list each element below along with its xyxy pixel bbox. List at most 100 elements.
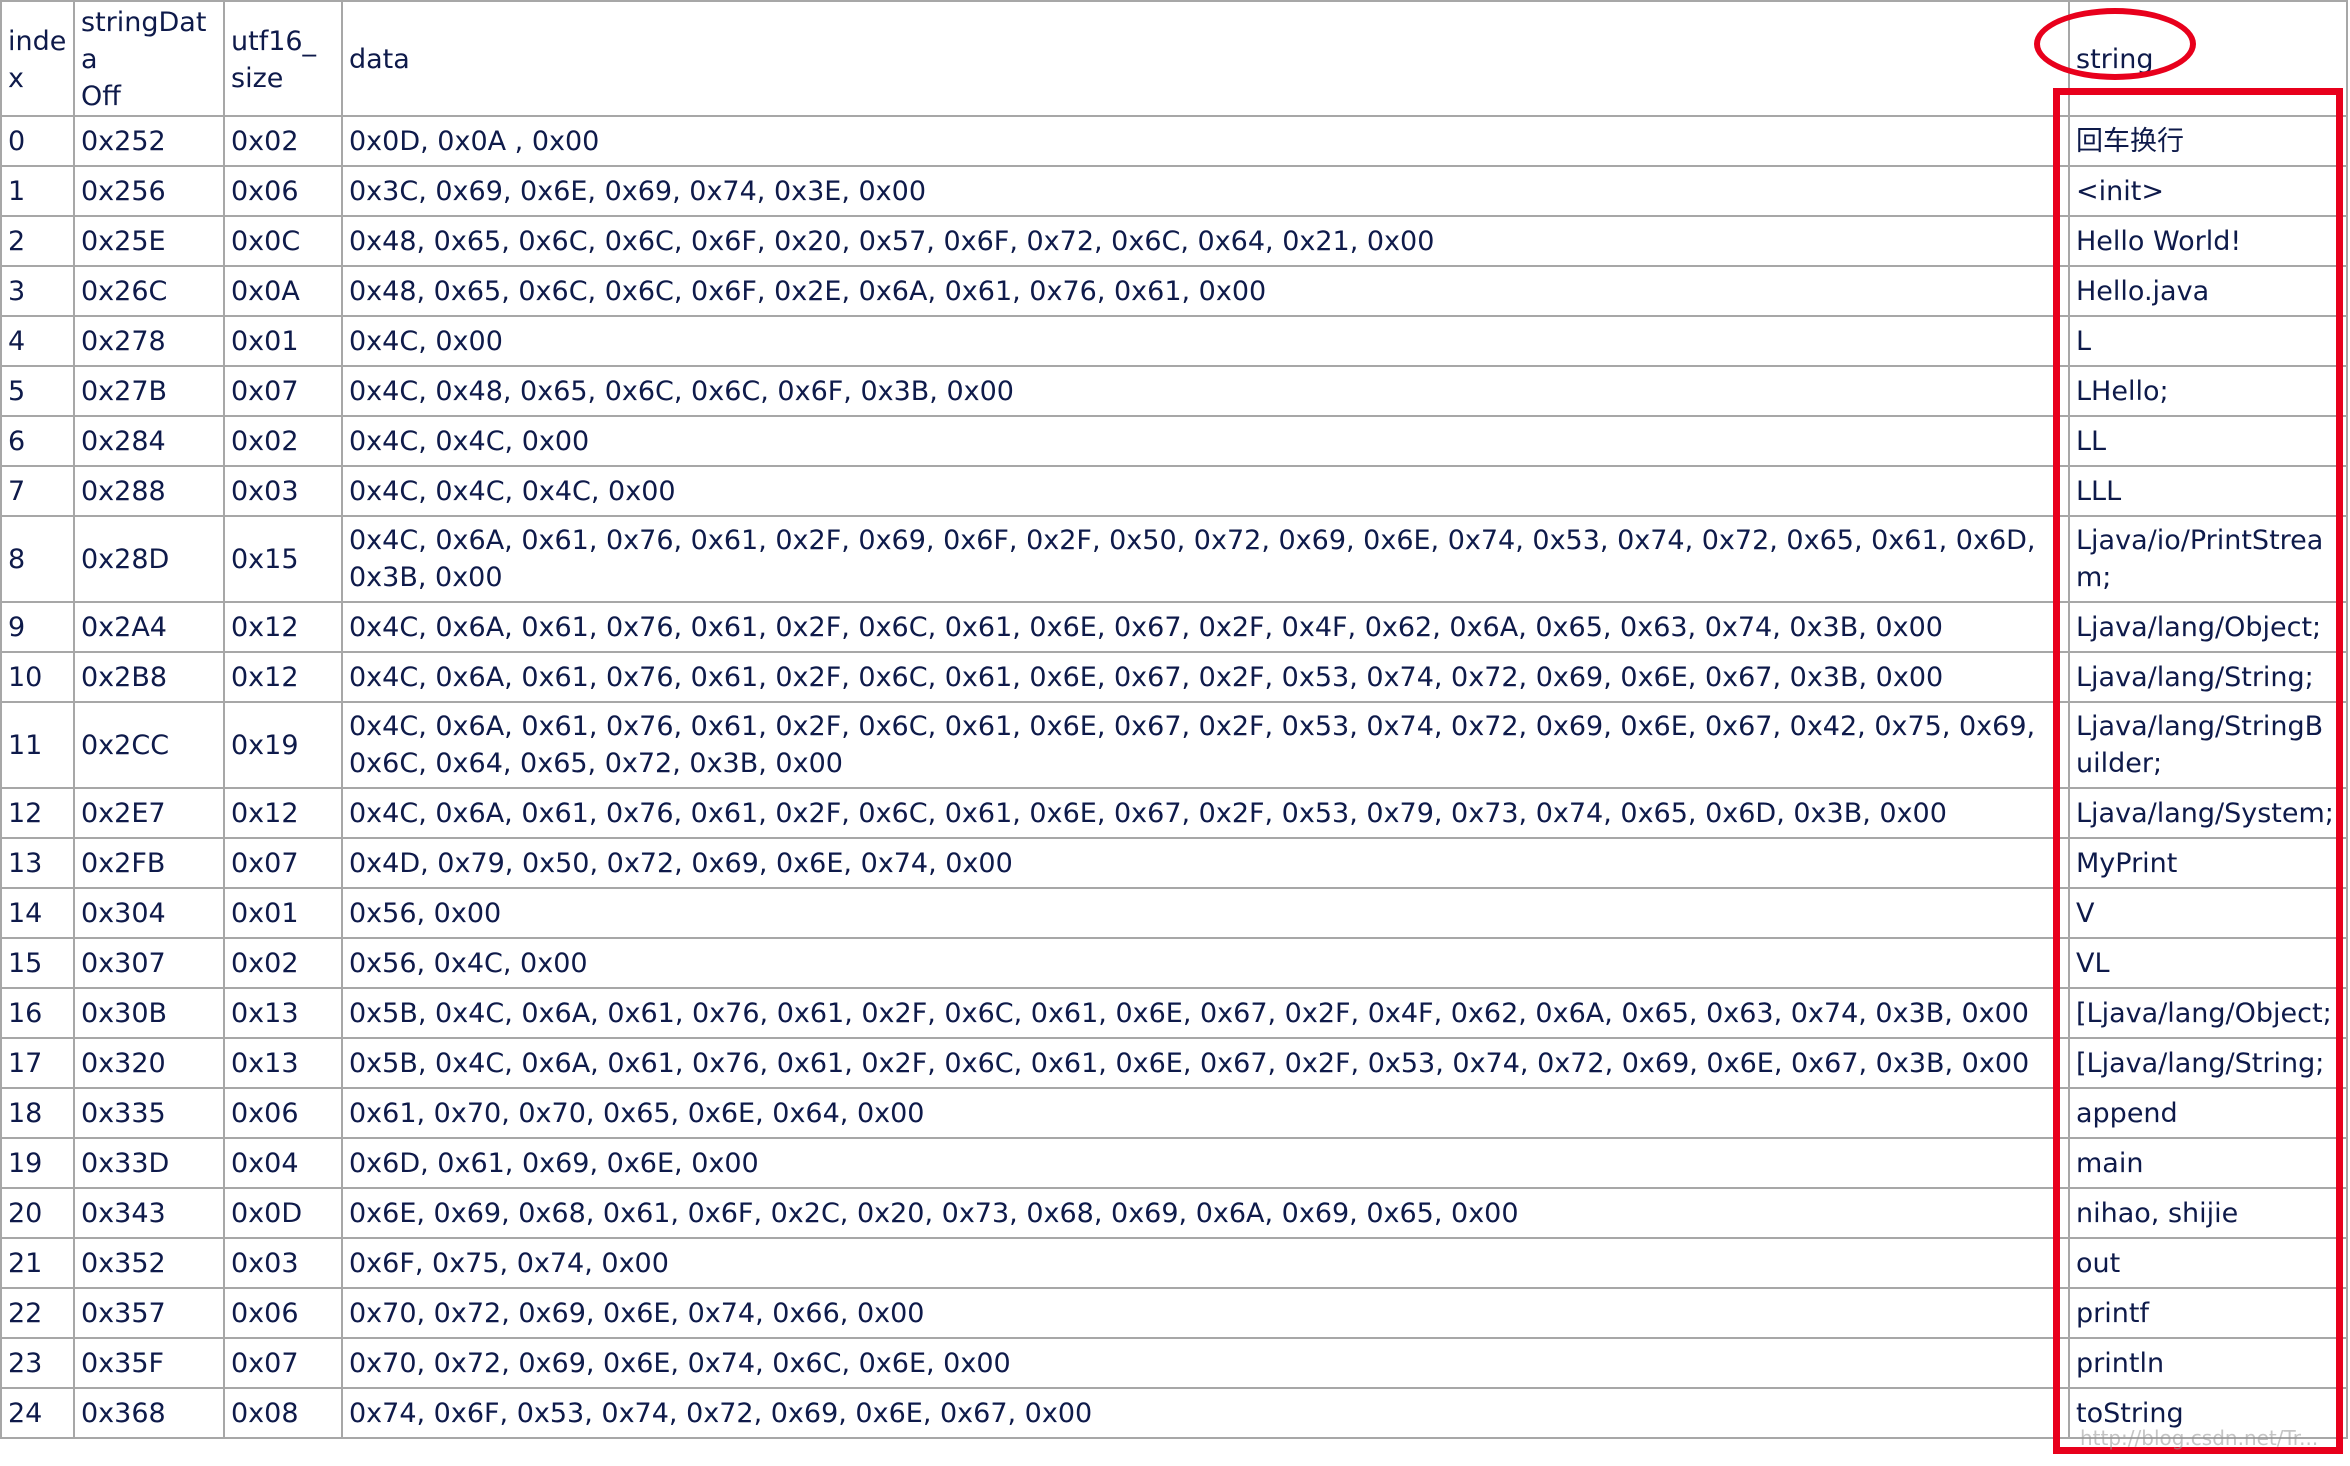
cell-index: 8 [0,515,75,603]
cell-string-data-off: 0x357 [73,1287,225,1339]
cell-index: 0 [0,115,75,167]
cell-utf16-size: 0x0C [223,215,343,267]
cell-data: 0x4C, 0x6A, 0x61, 0x76, 0x61, 0x2F, 0x6C… [341,651,2070,703]
cell-data: 0x70, 0x72, 0x69, 0x6E, 0x74, 0x6C, 0x6E… [341,1337,2070,1389]
cell-string-data-off: 0x368 [73,1387,225,1439]
cell-string-data-off: 0x284 [73,415,225,467]
cell-string: Hello World! [2068,215,2348,267]
table-row: 7 0x288 0x03 0x4C, 0x4C, 0x4C, 0x00 LLL [0,465,2348,517]
cell-string: Hello.java [2068,265,2348,317]
cell-string: println [2068,1337,2348,1389]
cell-index: 4 [0,315,75,367]
table-row: 18 0x335 0x06 0x61, 0x70, 0x70, 0x65, 0x6E,… [0,1087,2348,1139]
cell-string: append [2068,1087,2348,1139]
table-row: 22 0x357 0x06 0x70, 0x72, 0x69, 0x6E, 0x74,… [0,1287,2348,1339]
cell-utf16-size: 0x0D [223,1187,343,1239]
cell-string: 回车换行 [2068,115,2348,167]
cell-index: 18 [0,1087,75,1139]
cell-data: 0x56, 0x00 [341,887,2070,939]
table-row: 12 0x2E7 0x12 0x4C, 0x6A, 0x61, 0x76, 0x61,… [0,787,2348,839]
table-row: 15 0x307 0x02 0x56, 0x4C, 0x00 VL [0,937,2348,989]
cell-utf16-size: 0x13 [223,987,343,1039]
cell-index: 19 [0,1137,75,1189]
cell-data: 0x4D, 0x79, 0x50, 0x72, 0x69, 0x6E, 0x74… [341,837,2070,889]
header-string-data-off: stringData Off [73,0,225,117]
table-row: 23 0x35F 0x07 0x70, 0x72, 0x69, 0x6E, 0x74,… [0,1337,2348,1389]
cell-string: MyPrint [2068,837,2348,889]
cell-utf16-size: 0x02 [223,937,343,989]
cell-utf16-size: 0x07 [223,1337,343,1389]
cell-index: 23 [0,1337,75,1389]
cell-utf16-size: 0x06 [223,1087,343,1139]
cell-utf16-size: 0x13 [223,1037,343,1089]
cell-string: Ljava/io/PrintStream; [2068,515,2348,603]
cell-string-data-off: 0x2FB [73,837,225,889]
cell-index: 17 [0,1037,75,1089]
cell-utf16-size: 0x12 [223,651,343,703]
cell-index: 2 [0,215,75,267]
cell-data: 0x0D, 0x0A , 0x00 [341,115,2070,167]
cell-string: LHello; [2068,365,2348,417]
cell-data: 0x4C, 0x48, 0x65, 0x6C, 0x6C, 0x6F, 0x3B… [341,365,2070,417]
cell-string-data-off: 0x252 [73,115,225,167]
table-row: 13 0x2FB 0x07 0x4D, 0x79, 0x50, 0x72, 0x69,… [0,837,2348,889]
table-row: 8 0x28D 0x15 0x4C, 0x6A, 0x61, 0x76, 0x61, … [0,515,2348,603]
cell-data: 0x5B, 0x4C, 0x6A, 0x61, 0x76, 0x61, 0x2F… [341,1037,2070,1089]
cell-string-data-off: 0x335 [73,1087,225,1139]
cell-index: 21 [0,1237,75,1289]
table-row: 0 0x252 0x02 0x0D, 0x0A , 0x00 回车换行 [0,115,2348,167]
cell-string-data-off: 0x256 [73,165,225,217]
cell-string: V [2068,887,2348,939]
cell-string-data-off: 0x28D [73,515,225,603]
cell-string: printf [2068,1287,2348,1339]
cell-utf16-size: 0x04 [223,1137,343,1189]
cell-string-data-off: 0x352 [73,1237,225,1289]
cell-index: 1 [0,165,75,217]
cell-utf16-size: 0x03 [223,1237,343,1289]
table-row: 1 0x256 0x06 0x3C, 0x69, 0x6E, 0x69, 0x74, … [0,165,2348,217]
cell-data: 0x6D, 0x61, 0x69, 0x6E, 0x00 [341,1137,2070,1189]
cell-string-data-off: 0x27B [73,365,225,417]
cell-utf16-size: 0x06 [223,165,343,217]
table-row: 6 0x284 0x02 0x4C, 0x4C, 0x00 LL [0,415,2348,467]
cell-index: 9 [0,601,75,653]
table-header-row: index stringData Off utf16_ size data st… [0,0,2348,117]
cell-string-data-off: 0x2CC [73,701,225,789]
cell-data: 0x74, 0x6F, 0x53, 0x74, 0x72, 0x69, 0x6E… [341,1387,2070,1439]
cell-utf16-size: 0x12 [223,601,343,653]
header-data: data [341,0,2070,117]
cell-string-data-off: 0x343 [73,1187,225,1239]
cell-string-data-off: 0x25E [73,215,225,267]
cell-string-data-off: 0x35F [73,1337,225,1389]
cell-data: 0x4C, 0x00 [341,315,2070,367]
cell-utf16-size: 0x01 [223,887,343,939]
cell-index: 7 [0,465,75,517]
cell-utf16-size: 0x0A [223,265,343,317]
table-row: 16 0x30B 0x13 0x5B, 0x4C, 0x6A, 0x61, 0x76,… [0,987,2348,1039]
cell-data: 0x4C, 0x6A, 0x61, 0x76, 0x61, 0x2F, 0x6C… [341,787,2070,839]
cell-string: Ljava/lang/String; [2068,651,2348,703]
cell-string: <init> [2068,165,2348,217]
table-row: 11 0x2CC 0x19 0x4C, 0x6A, 0x61, 0x76, 0x61,… [0,701,2348,789]
table-row: 17 0x320 0x13 0x5B, 0x4C, 0x6A, 0x61, 0x76,… [0,1037,2348,1089]
cell-data: 0x70, 0x72, 0x69, 0x6E, 0x74, 0x66, 0x00 [341,1287,2070,1339]
table-row: 5 0x27B 0x07 0x4C, 0x48, 0x65, 0x6C, 0x6C, … [0,365,2348,417]
table-row: 14 0x304 0x01 0x56, 0x00 V [0,887,2348,939]
table-row: 4 0x278 0x01 0x4C, 0x00 L [0,315,2348,367]
table-row: 24 0x368 0x08 0x74, 0x6F, 0x53, 0x74, 0x72,… [0,1387,2348,1439]
cell-data: 0x4C, 0x4C, 0x00 [341,415,2070,467]
cell-index: 10 [0,651,75,703]
cell-string-data-off: 0x320 [73,1037,225,1089]
cell-string-data-off: 0x2E7 [73,787,225,839]
cell-index: 3 [0,265,75,317]
cell-string-data-off: 0x33D [73,1137,225,1189]
header-utf16-size: utf16_ size [223,0,343,117]
cell-data: 0x4C, 0x6A, 0x61, 0x76, 0x61, 0x2F, 0x6C… [341,601,2070,653]
cell-utf16-size: 0x06 [223,1287,343,1339]
table-body: 0 0x252 0x02 0x0D, 0x0A , 0x00 回车换行 1 0x256 0x0… [0,115,2348,1439]
cell-string: LLL [2068,465,2348,517]
cell-string-data-off: 0x2B8 [73,651,225,703]
cell-utf16-size: 0x02 [223,415,343,467]
cell-data: 0x48, 0x65, 0x6C, 0x6C, 0x6F, 0x20, 0x57… [341,215,2070,267]
table-row: 19 0x33D 0x04 0x6D, 0x61, 0x69, 0x6E, 0x00 m… [0,1137,2348,1189]
